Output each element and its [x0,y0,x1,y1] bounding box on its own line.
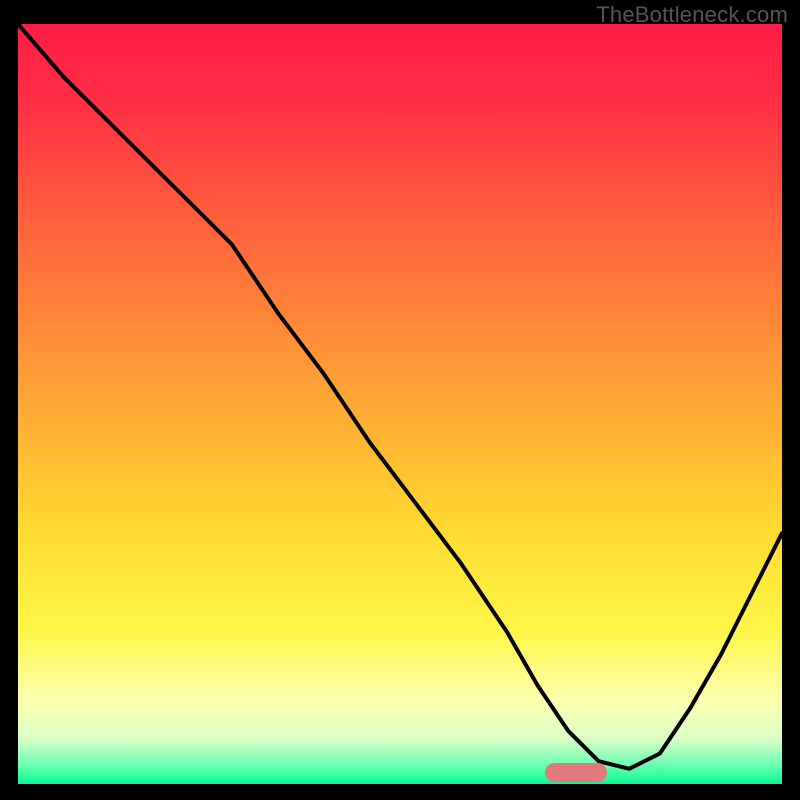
curve-path [18,24,782,769]
bottleneck-curve [18,24,782,784]
watermark-text: TheBottleneck.com [596,2,788,28]
plot-area [18,24,782,784]
optimum-marker [545,763,607,781]
chart-container: TheBottleneck.com [0,0,800,800]
